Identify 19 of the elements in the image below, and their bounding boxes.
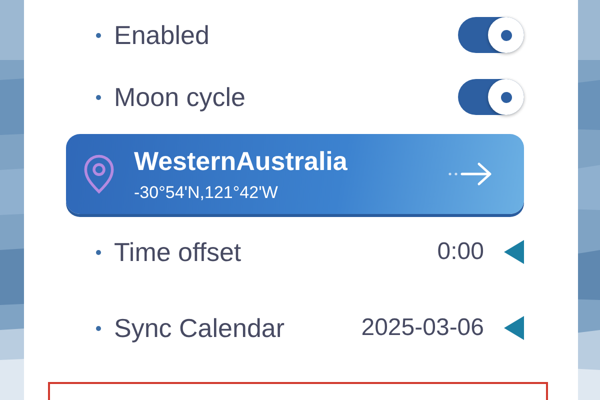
setting-label: Time offset bbox=[114, 236, 242, 268]
location-card[interactable]: WesternAustralia -30°54'N,121°42'W bbox=[66, 134, 524, 214]
bullet-icon bbox=[96, 250, 101, 254]
bullet-icon bbox=[96, 32, 101, 38]
setting-label: Enabled bbox=[114, 20, 210, 50]
location-coordinates: -30°54'N,121°42'W bbox=[134, 182, 279, 202]
bullet-icon bbox=[96, 326, 101, 330]
location-pin-icon bbox=[82, 154, 116, 194]
arrow-right-icon bbox=[448, 162, 494, 186]
triangle-left-icon[interactable] bbox=[504, 316, 524, 340]
setting-value[interactable]: 2025-03-06 bbox=[361, 314, 484, 342]
toggle-switch[interactable] bbox=[458, 17, 524, 53]
bullet-icon bbox=[96, 94, 101, 100]
setting-value[interactable]: 0:00 bbox=[437, 238, 484, 266]
setting-label: Moon cycle bbox=[114, 82, 246, 112]
setting-label: Sync Calendar bbox=[114, 312, 286, 344]
location-name: WesternAustralia bbox=[134, 146, 348, 176]
toggle-switch[interactable] bbox=[458, 79, 524, 115]
triangle-left-icon[interactable] bbox=[504, 240, 524, 264]
